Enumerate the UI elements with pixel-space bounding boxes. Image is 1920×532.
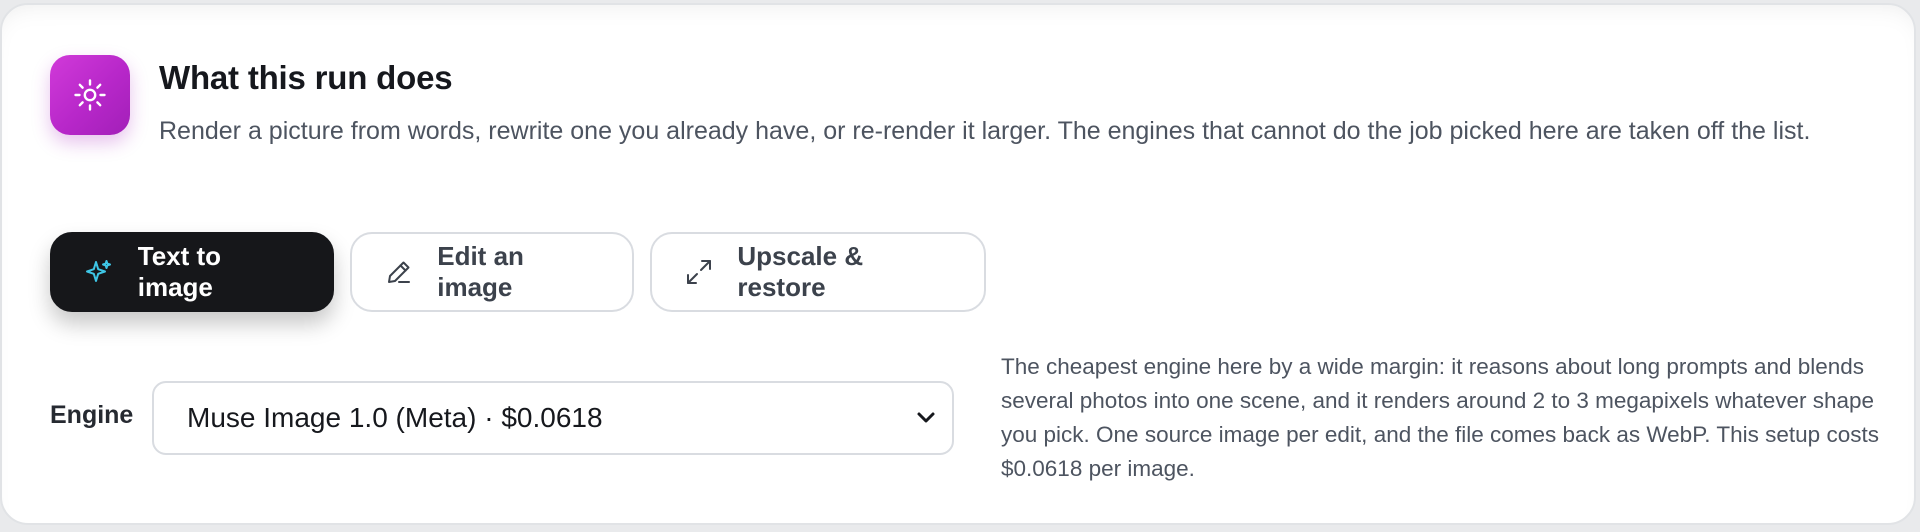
sun-sparkle-icon bbox=[50, 55, 130, 135]
engine-description: The cheapest engine here by a wide margi… bbox=[1001, 354, 1879, 481]
sparkles-icon bbox=[84, 257, 114, 287]
chevron-down-icon bbox=[914, 406, 938, 430]
expand-arrows-icon bbox=[684, 257, 713, 287]
mode-selector: Text to image Edit an image Upscale & re… bbox=[50, 232, 986, 312]
edit-image-button[interactable]: Edit an image bbox=[350, 232, 634, 312]
engine-select[interactable]: Muse Image 1.0 (Meta) · $0.0618 bbox=[152, 381, 954, 455]
section-description: Render a picture from words, rewrite one… bbox=[159, 117, 1811, 145]
edit-image-label: Edit an image bbox=[437, 241, 524, 302]
pencil-icon bbox=[384, 257, 413, 287]
upscale-restore-label: Upscale & restore bbox=[737, 241, 864, 302]
upscale-restore-button[interactable]: Upscale & restore bbox=[650, 232, 986, 312]
text-to-image-label: Text to image bbox=[137, 241, 222, 302]
run-mode-card: What this run does Render a picture from… bbox=[0, 3, 1916, 525]
text-to-image-button[interactable]: Text to image bbox=[50, 232, 334, 312]
engine-label: Engine bbox=[50, 401, 134, 429]
engine-selected-value: Muse Image 1.0 (Meta) · $0.0618 bbox=[187, 402, 603, 433]
section-title: What this run does bbox=[159, 59, 453, 96]
